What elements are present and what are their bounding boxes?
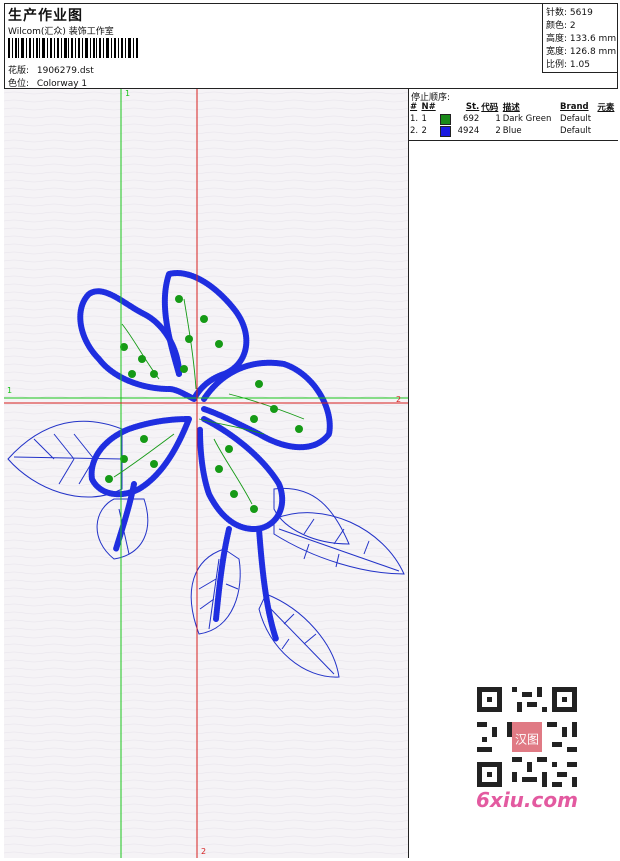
svg-text:汉图: 汉图 xyxy=(515,733,539,747)
table-row[interactable]: 2. 2 4924 2 Blue Default xyxy=(409,125,618,137)
stat-height: 高度: 133.6 mm xyxy=(546,34,617,44)
table-row[interactable]: 1. 1 692 1 Dark Green Default xyxy=(409,113,618,125)
colorway-key: 色位: xyxy=(8,79,30,89)
col-desc: 描述 xyxy=(502,103,520,113)
stats-panel: 针数: 5619 颜色: 2 高度: 133.6 mm 宽度: 126.8 mm… xyxy=(542,3,618,73)
table-divider xyxy=(409,140,618,141)
green-vertical-label: 1 xyxy=(125,89,131,98)
colorway-value: Colorway 1 xyxy=(36,79,88,89)
col-n: N# xyxy=(421,102,436,112)
stat-width: 宽度: 126.8 mm xyxy=(546,47,617,57)
header-panel: 生产作业图 Wilcom(汇众) 装饰工作室 花版: 1906279.dst 色… xyxy=(4,3,618,89)
stop-sequence-table: # N# St. 代码 描述 Brand 元素 1. 1 692 1 Dark … xyxy=(409,101,618,137)
color-swatch-blue xyxy=(439,125,451,137)
embroidery-preview xyxy=(4,89,408,858)
stat-scale: 比例: 1.05 xyxy=(546,60,590,70)
col-code: 代码 xyxy=(481,103,499,113)
watermark-logo: 6xiu.com xyxy=(476,788,578,812)
file-key: 花版: xyxy=(8,66,30,76)
col-swatch xyxy=(439,101,454,113)
file-value: 1906279.dst xyxy=(36,66,94,76)
col-st: St. xyxy=(465,102,480,112)
file-line: 花版: 1906279.dst xyxy=(8,63,94,76)
col-element: 元素 xyxy=(597,103,615,113)
green-horizontal-label: 1 xyxy=(7,386,13,395)
stat-stitches: 针数: 5619 xyxy=(546,8,593,18)
page-title: 生产作业图 xyxy=(8,8,83,24)
col-hash: # xyxy=(410,102,418,112)
stat-colors: 颜色: 2 xyxy=(546,21,576,31)
color-swatch-green xyxy=(439,113,451,125)
red-vertical-label: 2 xyxy=(201,847,207,856)
design-canvas[interactable]: 1 1 2 2 xyxy=(4,89,409,858)
studio-name: Wilcom(汇众) 装饰工作室 xyxy=(8,27,114,37)
red-horizontal-label: 2 xyxy=(396,395,402,404)
qr-code: 汉图 xyxy=(472,682,582,792)
barcode xyxy=(8,38,138,58)
col-brand: Brand xyxy=(560,102,589,112)
table-header-row: # N# St. 代码 描述 Brand 元素 xyxy=(409,101,618,113)
colorway-line: 色位: Colorway 1 xyxy=(8,76,87,89)
